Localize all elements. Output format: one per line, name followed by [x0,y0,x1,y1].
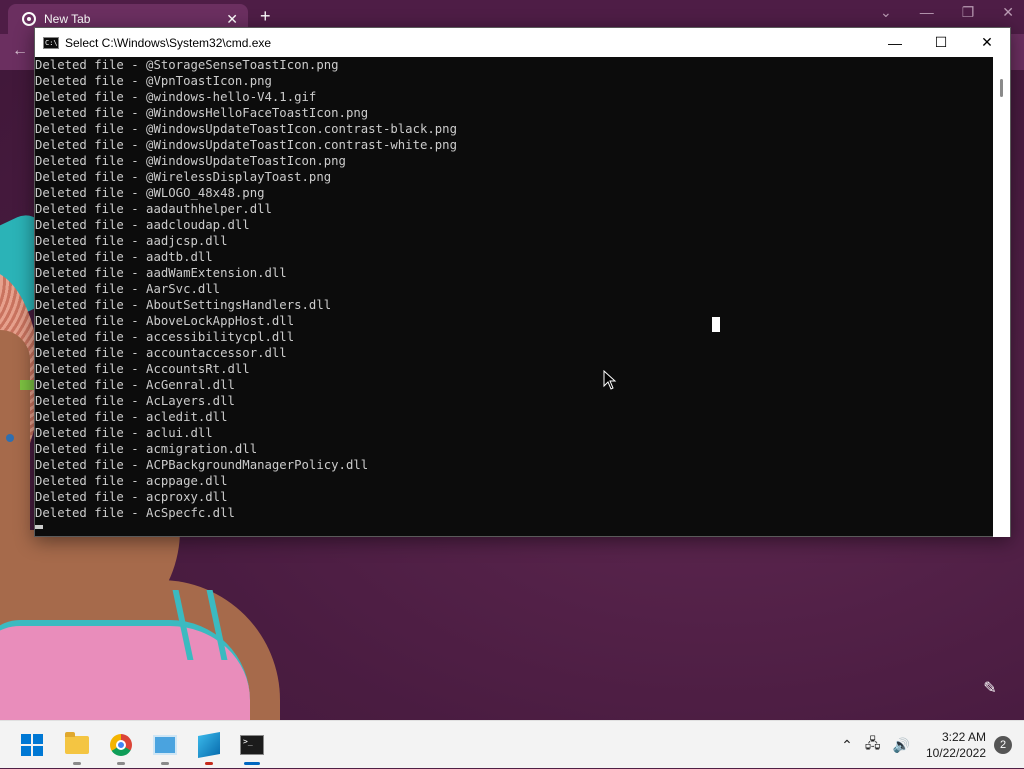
cmd-window-controls: — ☐ ✕ [872,28,1010,57]
console-line: Deleted file - aadcloudap.dll [35,218,250,232]
browser-tab-title: New Tab [44,12,91,26]
cmd-window[interactable]: C:\ Select C:\Windows\System32\cmd.exe —… [34,27,1011,537]
taskbar-file-explorer[interactable] [61,729,93,765]
control-panel-icon [153,735,177,755]
console-line: Deleted file - @windows-hello-V4.1.gif [35,90,317,104]
wallpaper-figure-earring [20,380,34,390]
running-indicator [117,762,125,765]
console-line: Deleted file - @WindowsUpdateToastIcon.p… [35,154,346,168]
console-line: Deleted file - @StorageSenseToastIcon.pn… [35,58,339,72]
console-line: Deleted file - aadauthhelper.dll [35,202,272,216]
cmd-icon: >_ [240,735,264,755]
browser-minimize-button[interactable]: — [920,4,934,21]
console-line: Deleted file - AarSvc.dll [35,282,221,296]
customize-pencil-icon[interactable]: ✎ [980,678,1000,698]
clock[interactable]: 3:22 AM 10/22/2022 [926,729,986,761]
tab-close-icon[interactable]: ✕ [226,11,238,28]
mouse-pointer-icon [603,370,617,390]
active-indicator [244,762,260,765]
cmd-console-output[interactable]: Deleted file - @StorageSenseToastIcon.pn… [35,57,995,537]
clock-date: 10/22/2022 [925,746,986,760]
new-tab-button[interactable]: + [260,6,271,27]
console-line: Deleted file - aadtb.dll [35,250,213,264]
taskbar-registry-editor[interactable] [193,729,225,765]
clock-time: 3:22 AM [941,730,986,744]
console-line: Deleted file - AboveLockAppHost.dll [35,314,295,328]
start-button[interactable] [16,729,48,761]
cmd-window-title: Select C:\Windows\System32\cmd.exe [65,35,272,50]
folder-icon [65,732,89,754]
cmd-maximize-button[interactable]: ☐ [918,28,964,57]
taskbar-chrome[interactable] [105,729,137,765]
browser-restore-button[interactable]: ❐ [962,4,975,21]
console-line: Deleted file - @WLOGO_48x48.png [35,186,265,200]
console-line: Deleted file - AboutSettingsHandlers.dll [35,298,332,312]
chrome-icon [110,734,132,756]
notification-badge[interactable]: 2 [994,736,1012,754]
running-indicator [161,762,169,765]
windows-start-icon [21,734,43,756]
show-hidden-icons-chevron-icon[interactable]: ⌃ [841,737,853,754]
back-arrow-icon[interactable]: ← [12,42,28,60]
console-line: Deleted file - AcLayers.dll [35,394,235,408]
console-line: Deleted file - aclui.dll [35,426,213,440]
browser-close-button[interactable]: ✕ [1002,4,1014,21]
running-indicator [205,762,213,765]
console-line: Deleted file - AcGenral.dll [35,378,235,392]
console-line: Deleted file - @WindowsUpdateToastIcon.c… [35,138,457,152]
volume-icon[interactable]: 🔊 [893,737,910,754]
running-indicator [73,762,81,765]
taskbar-control-panel[interactable] [149,729,181,765]
wallpaper-figure-face [0,330,30,560]
console-line: Deleted file - accountaccessor.dll [35,346,287,360]
console-line: Deleted file - accessibilitycpl.dll [35,330,295,344]
console-line: Deleted file - acproxy.dll [35,490,228,504]
console-line: Deleted file - ACPBackgroundManagerPolic… [35,458,369,472]
cmd-close-button[interactable]: ✕ [964,28,1010,57]
registry-icon [198,732,220,758]
taskbar: >_ ⌃ 🖧 🔊 3:22 AM 10/22/2022 2 [0,720,1024,768]
console-line: Deleted file - acppage.dll [35,474,228,488]
console-line: Deleted file - @VpnToastIcon.png [35,74,272,88]
cmd-titlebar[interactable]: C:\ Select C:\Windows\System32\cmd.exe —… [35,28,1010,57]
console-line: Deleted file - AccountsRt.dll [35,362,250,376]
cmd-scrollbar-thumb[interactable] [1000,79,1003,97]
cmd-app-icon: C:\ [43,36,59,49]
cmd-scrollbar[interactable] [993,57,1010,537]
chrome-favicon-icon [22,12,36,26]
console-line: Deleted file - @WindowsUpdateToastIcon.c… [35,122,457,136]
console-line: Deleted file - aadjcsp.dll [35,234,228,248]
cmd-minimize-button[interactable]: — [872,28,918,57]
system-tray: ⌃ 🖧 🔊 3:22 AM 10/22/2022 2 [835,721,1024,769]
tab-search-icon[interactable]: ⌄ [880,4,892,21]
text-caret [712,317,720,332]
wallpaper-figure-dot [6,434,14,442]
console-line: Deleted file - acmigration.dll [35,442,258,456]
browser-window-controls: ⌄ — ❐ ✕ [880,4,1014,21]
console-line: Deleted file - @WirelessDisplayToast.png [35,170,332,184]
console-cursor [35,525,43,529]
console-line: Deleted file - acledit.dll [35,410,228,424]
console-line: Deleted file - AcSpecfc.dll [35,506,235,520]
taskbar-command-prompt[interactable]: >_ [236,729,268,765]
network-icon[interactable]: 🖧 [865,733,881,757]
console-line: Deleted file - aadWamExtension.dll [35,266,287,280]
console-line: Deleted file - @WindowsHelloFaceToastIco… [35,106,369,120]
